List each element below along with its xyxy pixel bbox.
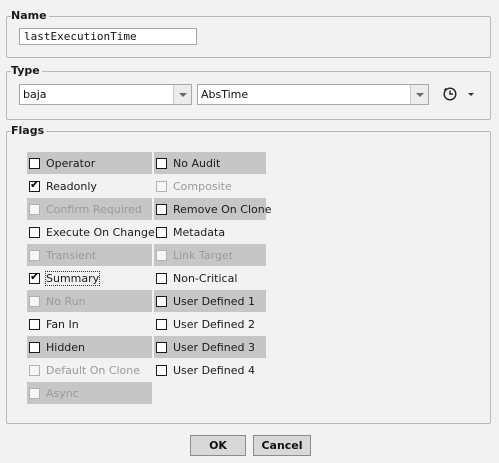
flag-label: Confirm Required (46, 202, 142, 216)
flag-execute-on-change[interactable]: Execute On Change (27, 221, 155, 243)
flag-confirm-required: Confirm Required (27, 198, 152, 220)
chevron-down-icon[interactable] (410, 85, 428, 104)
flag-checkbox (156, 180, 167, 192)
flag-checkbox[interactable] (156, 272, 167, 284)
flag-checkbox (29, 295, 40, 307)
flag-label: Execute On Change (46, 225, 155, 239)
flag-label: User Defined 3 (173, 340, 255, 354)
flag-user-defined-4[interactable]: User Defined 4 (154, 359, 266, 381)
flag-checkbox[interactable] (29, 341, 40, 353)
flag-checkbox (29, 203, 40, 215)
module-select-value: baja (23, 88, 47, 101)
chevron-down-icon[interactable] (173, 85, 191, 104)
flag-fan-in[interactable]: Fan In (27, 313, 152, 335)
ok-button[interactable]: OK (190, 435, 246, 456)
flag-label: Readonly (46, 179, 97, 193)
flag-checkbox[interactable] (156, 318, 167, 330)
name-group: Name lastExecutionTime (6, 8, 491, 58)
flag-checkbox[interactable] (156, 364, 167, 376)
flag-checkbox[interactable] (29, 178, 40, 192)
flag-checkbox[interactable] (29, 226, 40, 238)
flag-label: Non-Critical (173, 271, 238, 285)
type-group-title: Type (11, 63, 42, 79)
module-select[interactable]: baja (19, 84, 192, 105)
flag-summary[interactable]: Summary (27, 267, 152, 289)
flag-default-on-clone: Default On Clone (27, 359, 152, 381)
flag-checkbox[interactable] (29, 157, 40, 169)
flag-checkbox[interactable] (156, 341, 167, 353)
flag-label: User Defined 1 (173, 294, 255, 308)
flag-checkbox (156, 249, 167, 261)
flag-label: No Audit (173, 156, 221, 170)
name-group-title: Name (11, 8, 49, 24)
flag-label: Operator (46, 156, 96, 170)
flag-no-audit[interactable]: No Audit (154, 152, 266, 174)
flag-label: Link Target (173, 248, 234, 262)
flag-link-target: Link Target (154, 244, 266, 266)
flag-checkbox[interactable] (29, 318, 40, 330)
flag-hidden[interactable]: Hidden (27, 336, 152, 358)
type-select-value: AbsTime (201, 88, 249, 101)
flag-checkbox (29, 364, 40, 376)
flag-transient: Transient (27, 244, 152, 266)
flag-checkbox[interactable] (156, 295, 167, 307)
flag-checkbox[interactable] (156, 203, 167, 215)
flag-label: Async (46, 386, 79, 400)
flags-group: Flags Operator Readonly Confirm Required Ex… (6, 123, 491, 424)
flag-user-defined-1[interactable]: User Defined 1 (154, 290, 266, 312)
flag-label: Fan In (46, 317, 79, 331)
flag-label: Summary (44, 270, 101, 286)
flag-metadata[interactable]: Metadata (154, 221, 266, 243)
flag-label: Remove On Clone (173, 202, 272, 216)
flag-async: Async (27, 382, 152, 404)
type-select[interactable]: AbsTime (197, 84, 429, 105)
flag-remove-on-clone[interactable]: Remove On Clone (154, 198, 271, 220)
clock-icon[interactable] (443, 87, 457, 101)
flag-readonly[interactable]: Readonly (27, 175, 152, 197)
flag-label: Default On Clone (46, 363, 141, 377)
flag-checkbox[interactable] (156, 157, 167, 169)
flag-label: No Run (46, 294, 86, 308)
flags-group-title: Flags (11, 123, 47, 139)
flag-checkbox[interactable] (29, 270, 40, 284)
cancel-button[interactable]: Cancel (253, 435, 311, 456)
flag-checkbox (29, 249, 40, 261)
flag-user-defined-3[interactable]: User Defined 3 (154, 336, 266, 358)
flag-label: User Defined 4 (173, 363, 255, 377)
flag-checkbox[interactable] (156, 226, 167, 238)
flag-label: Transient (46, 248, 97, 262)
flag-operator[interactable]: Operator (27, 152, 152, 174)
clock-dropdown-icon[interactable] (468, 93, 474, 96)
name-input[interactable]: lastExecutionTime (19, 28, 197, 45)
flag-composite: Composite (154, 175, 266, 197)
flag-label: Metadata (173, 225, 226, 239)
flag-non-critical[interactable]: Non-Critical (154, 267, 266, 289)
flag-no-run: No Run (27, 290, 152, 312)
type-group: Type baja AbsTime (6, 63, 491, 120)
flag-label: Hidden (46, 340, 86, 354)
flag-user-defined-2[interactable]: User Defined 2 (154, 313, 266, 335)
flag-checkbox (29, 387, 40, 399)
flag-label: User Defined 2 (173, 317, 255, 331)
flag-label: Composite (173, 179, 232, 193)
